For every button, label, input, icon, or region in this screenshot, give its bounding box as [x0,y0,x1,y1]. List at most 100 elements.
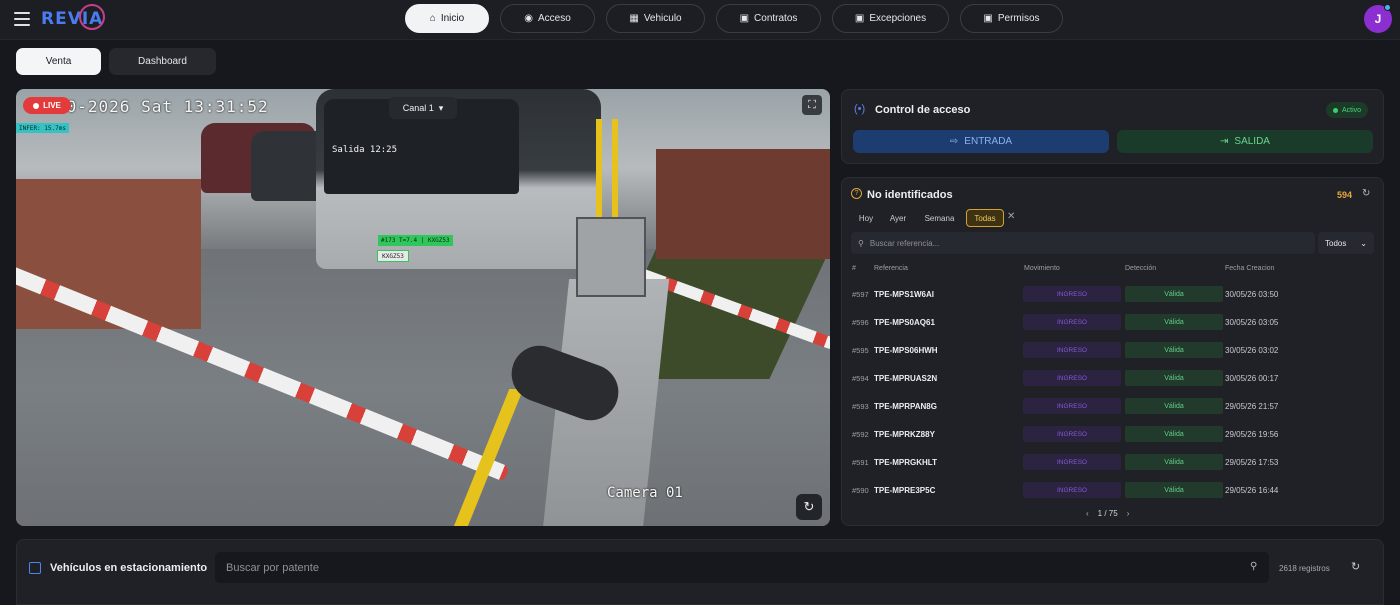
home-icon: ⌂ [429,13,436,24]
plate-search: ⚲ [215,552,1269,583]
nav-permisos[interactable]: ▣ Permisos [960,4,1063,33]
salida-button[interactable]: ⇥ SALIDA [1117,130,1373,153]
top-bar: REVIA ⌂ Inicio ◉ Acceso ▦ Vehiculo ▣ Contrat… [0,0,1400,40]
table-row[interactable]: #597 TPE-MPS1W6AI INGRESO Válida 30/05/2… [842,280,1383,308]
refresh-icon[interactable]: ↻ [796,494,822,520]
entrada-button[interactable]: ⇨ ENTRADA [853,130,1109,153]
row-detection-badge: Válida [1125,342,1223,358]
row-ref: TPE-MPRKZ88Y [874,430,935,439]
row-date: 29/05/26 19:56 [1225,430,1279,439]
row-num: #595 [852,346,869,355]
col-deteccion: Detección [1125,265,1157,272]
status-dot-icon [1333,107,1338,113]
document-icon: ▣ [739,13,750,24]
live-badge: LIVE [23,97,71,114]
camera-feed[interactable]: Salida 12:25 30-2026 Sat 13:31:52 Camera… [16,89,830,526]
camera-scene-wall-right [656,149,830,259]
row-detection-badge: Válida [1125,370,1223,386]
tab-dashboard[interactable]: Dashboard [109,48,216,75]
row-ref: TPE-MPRPAN8G [874,402,937,411]
row-ref: TPE-MPS0AQ61 [874,318,935,327]
camera-scene-posts [596,119,618,219]
unidentified-panel: ? No identificados 594 ↻ Hoy Ayer Semana… [841,177,1384,526]
user-circle-icon: ◉ [524,13,533,24]
table-row[interactable]: #595 TPE-MPS06HWH INGRESO Válida 30/05/2… [842,336,1383,364]
live-dot-icon [33,102,40,109]
page-indicator: 1 / 75 [1097,509,1118,518]
caret-down-icon: ▾ [438,102,444,113]
nav-vehiculo[interactable]: ▦ Vehiculo [606,4,705,33]
prev-page-icon[interactable]: ‹ [1086,509,1089,518]
question-icon: ? [851,188,862,199]
nav-acceso[interactable]: ◉ Acceso [500,4,595,33]
row-movement-badge: INGRESO [1023,314,1121,330]
filter-ayer[interactable]: Ayer [883,209,913,227]
row-date: 30/05/26 03:05 [1225,318,1279,327]
row-detection-badge: Válida [1125,482,1223,498]
row-num: #593 [852,402,869,411]
unidentified-title: No identificados [867,189,953,201]
infer-badge: INFER: 15.7ms [16,123,69,133]
channel-select[interactable]: Canal 1 ▾ [389,97,457,119]
refresh-icon[interactable]: ↻ [1362,188,1370,199]
table-row[interactable]: #596 TPE-MPS0AQ61 INGRESO Válida 30/05/2… [842,308,1383,336]
row-ref: TPE-MPS06HWH [874,346,938,355]
table-row[interactable]: #591 TPE-MPRGKHLT INGRESO Válida 29/05/2… [842,448,1383,476]
row-movement-badge: INGRESO [1023,482,1121,498]
row-detection-badge: Válida [1125,454,1223,470]
row-movement-badge: INGRESO [1023,286,1121,302]
fullscreen-icon[interactable]: ⛶ [802,95,822,115]
row-ref: TPE-MPRE3P5C [874,486,936,495]
nav-inicio[interactable]: ⌂ Inicio [405,4,489,33]
row-num: #590 [852,486,869,495]
plate-detection-label: #173 T=7.4 | KXGZ53 [378,235,453,246]
reference-search-input[interactable] [869,238,1310,248]
row-ref: TPE-MPS1W6AI [874,290,935,299]
row-movement-badge: INGRESO [1023,398,1121,414]
col-num: # [852,265,856,272]
row-date: 30/05/26 03:02 [1225,346,1279,355]
camera-timestamp: 30-2026 Sat 13:31:52 [56,97,269,116]
camera-name: Camera 01 [607,485,683,501]
table-row[interactable]: #594 TPE-MPRUAS2N INGRESO Válida 30/05/2… [842,364,1383,392]
table-row[interactable]: #592 TPE-MPRKZ88Y INGRESO Válida 29/05/2… [842,420,1383,448]
row-ref: TPE-MPRGKHLT [874,458,937,467]
avatar-status-dot [1384,4,1391,11]
row-movement-badge: INGRESO [1023,342,1121,358]
document-icon: ▣ [854,13,865,24]
row-num: #592 [852,430,869,439]
table-row[interactable]: #593 TPE-MPRPAN8G INGRESO Válida 29/05/2… [842,392,1383,420]
row-date: 29/05/26 17:53 [1225,458,1279,467]
filter-semana[interactable]: Semana [918,209,961,227]
plate-search-input[interactable] [226,561,1226,574]
col-fecha: Fecha Creacion [1225,265,1275,272]
row-num: #594 [852,374,869,383]
record-count: 2618 registros [1279,564,1330,573]
row-date: 30/05/26 03:50 [1225,290,1279,299]
table-icon [29,562,41,574]
next-page-icon[interactable]: › [1127,509,1130,518]
status-badge: Activo [1326,102,1369,118]
nav-excepciones[interactable]: ▣ Excepciones [832,4,949,33]
row-num: #591 [852,458,869,467]
reference-search: ⚲ [851,232,1315,254]
bus-sign: Salida 12:25 [332,145,398,155]
refresh-icon[interactable]: ↻ [1351,560,1360,573]
clear-filter-icon[interactable]: ✕ [1007,211,1015,222]
nav-contratos[interactable]: ▣ Contratos [716,4,821,33]
camera-scene-gate-box [576,217,646,297]
movement-select[interactable]: Todos ⌄ [1318,232,1374,254]
filter-hoy[interactable]: Hoy [851,209,881,227]
row-detection-badge: Válida [1125,426,1223,442]
pagination: ‹ 1 / 75 › [1086,509,1129,518]
search-icon: ⚲ [858,238,864,248]
filter-todas[interactable]: Todas [966,209,1004,227]
table-row[interactable]: #590 TPE-MPRE3P5C INGRESO Válida 29/05/2… [842,476,1383,504]
row-date: 30/05/26 00:17 [1225,374,1279,383]
access-control-panel: (•) Control de acceso Activo ⇨ ENTRADA ⇥ S… [841,89,1384,164]
row-movement-badge: INGRESO [1023,426,1121,442]
row-num: #597 [852,290,869,299]
tab-venta[interactable]: Venta [16,48,101,75]
search-icon[interactable]: ⚲ [1250,561,1257,572]
main-nav: ⌂ Inicio ◉ Acceso ▦ Vehiculo ▣ Contratos ▣ Ex… [0,4,1400,34]
